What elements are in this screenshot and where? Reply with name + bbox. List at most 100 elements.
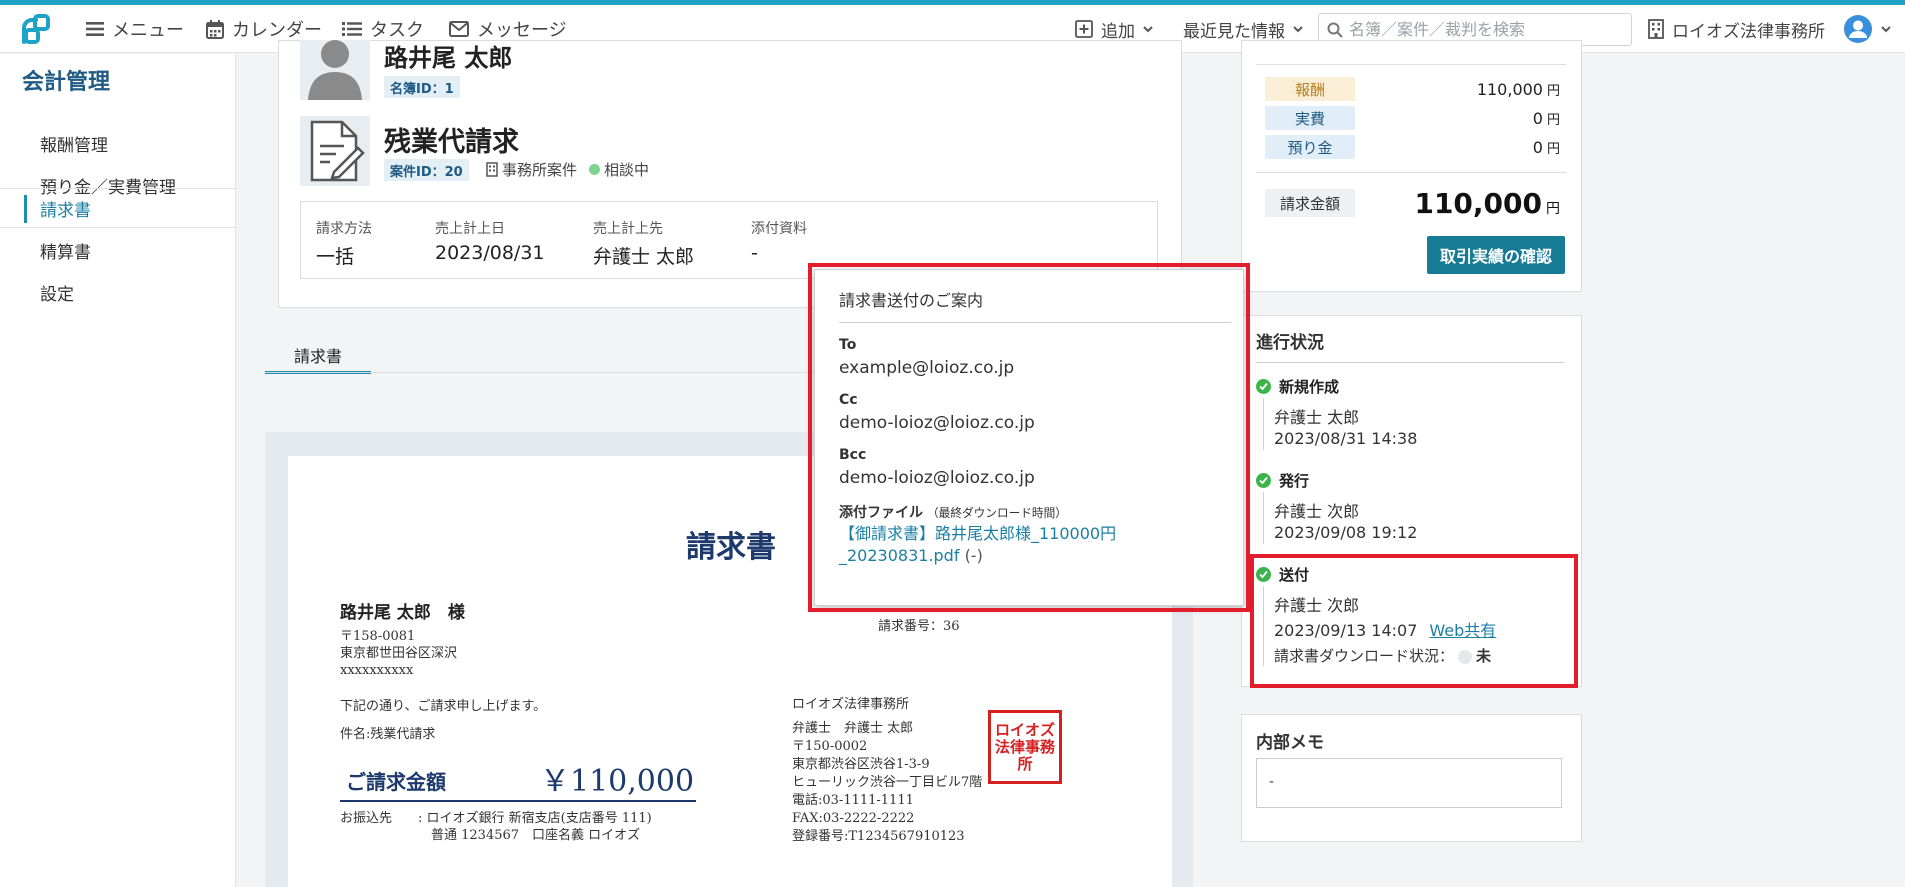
client-id-badge: 名簿ID：1 <box>384 76 460 98</box>
task-list-icon <box>342 22 362 36</box>
progress-divider <box>1256 362 1564 363</box>
office-switcher[interactable]: ロイオズ法律事務所 <box>1648 17 1825 42</box>
total-unit: 円 <box>1546 200 1560 217</box>
step-label: 新規作成 <box>1279 378 1340 396</box>
memo-field[interactable]: - <box>1256 758 1562 808</box>
doc-amount-underline <box>340 800 696 802</box>
nav-menu[interactable]: メニュー <box>86 17 184 41</box>
fee-unit: 円 <box>1546 83 1560 99</box>
highlight-frame-popup <box>808 263 1250 612</box>
sidebar-item-settings[interactable]: 設定 <box>0 272 236 312</box>
sidebar: 会計管理 報酬管理 預り金／実費管理 請求書 精算書 設定 <box>0 54 236 887</box>
client-name[interactable]: 路井尾 太郎 <box>384 38 512 73</box>
fee-value: 110,000 円 <box>1477 80 1560 99</box>
total-tag: 請求金額 <box>1265 189 1355 217</box>
info-label: 売上計上日 <box>435 221 505 237</box>
progress-title: 進行状況 <box>1256 333 1324 353</box>
step-person: 弁護士 太郎 <box>1274 408 1360 427</box>
client-avatar <box>300 40 370 100</box>
highlight-frame-sent-step <box>1250 554 1578 688</box>
user-avatar-icon <box>1844 15 1872 43</box>
total-value: 110,000 円 <box>1414 187 1560 220</box>
nav-calendar-label: カレンダー <box>232 20 322 41</box>
step-label: 発行 <box>1279 472 1310 490</box>
info-value: - <box>751 242 758 264</box>
calendar-icon <box>206 19 224 39</box>
chevron-down-icon <box>1881 25 1891 32</box>
case-id-badge: 案件ID：20 <box>384 159 469 181</box>
user-menu[interactable] <box>1843 15 1891 43</box>
case-type-label: 事務所案件 <box>502 161 578 179</box>
recent-dropdown[interactable]: 最近見た情報 <box>1183 17 1303 42</box>
view-transactions-button[interactable]: 取引実績の確認 <box>1427 236 1565 274</box>
step-line <box>1263 398 1264 450</box>
summary-top-divider <box>1256 64 1566 65</box>
check-circle-icon <box>1256 379 1271 394</box>
info-label: 添付資料 <box>751 221 807 237</box>
memo-title: 内部メモ <box>1256 733 1324 753</box>
doc-issuer: ロイオズ法律事務所 <box>792 697 910 712</box>
summary-row-fee: 報酬 110,000 円 <box>1265 76 1560 102</box>
doc-client-name: 路井尾 太郎 様 <box>340 603 465 623</box>
expense-value: 0円 <box>1533 109 1560 128</box>
doc-title: 請求書 <box>686 530 776 565</box>
office-label: ロイオズ法律事務所 <box>1672 21 1825 42</box>
deposit-tag: 預り金 <box>1265 135 1355 159</box>
chevron-down-icon <box>1143 25 1153 32</box>
nav-calendar[interactable]: カレンダー <box>206 17 322 41</box>
doc-issuer-detail: 弁護士 弁護士 太郎 〒150-0002 東京都渋谷区渋谷1-3-9 ヒューリッ… <box>792 721 983 844</box>
sidebar-item-fees[interactable]: 報酬管理 <box>0 123 236 163</box>
sidebar-item-label: 設定 <box>40 284 74 305</box>
status-dot <box>589 164 600 175</box>
search-input[interactable] <box>1349 20 1619 39</box>
deposit-value: 0円 <box>1533 138 1560 157</box>
step-datetime: 2023/09/08 19:12 <box>1274 523 1418 542</box>
check-circle-icon <box>1256 473 1271 488</box>
plus-square-icon <box>1075 20 1093 38</box>
add-dropdown[interactable]: 追加 <box>1075 17 1153 42</box>
fee-amount: 110,000 <box>1476 79 1543 99</box>
doc-intro: 下記の通り、ご請求申し上げます。 <box>340 699 547 714</box>
info-label: 請求方法 <box>316 221 372 237</box>
step-person: 弁護士 次郎 <box>1274 502 1360 521</box>
step-line <box>1263 492 1264 544</box>
case-icon-box <box>300 116 370 186</box>
summary-row-expense: 実費 0円 <box>1265 105 1560 131</box>
doc-client-address: 〒158-0081 東京都世田谷区深沢 xxxxxxxxxx <box>340 629 458 678</box>
doc-amount-label: ご請求金額 <box>346 770 446 794</box>
app-logo[interactable] <box>18 12 54 48</box>
company-seal: ロイオズ法律事務所 <box>988 710 1062 784</box>
info-value: 弁護士 太郎 <box>593 246 695 268</box>
sidebar-item-invoices[interactable]: 請求書 <box>0 188 236 228</box>
step-datetime: 2023/08/31 14:38 <box>1274 429 1418 448</box>
expense-amount: 0 <box>1532 108 1543 128</box>
sidebar-title: 会計管理 <box>22 70 111 95</box>
mail-icon <box>449 21 469 37</box>
sidebar-item-label: 報酬管理 <box>40 135 108 156</box>
doc-bank-info: お振込先 : ロイオズ銀行 新宿支店(支店番号 111) 普通 1234567 … <box>340 811 652 843</box>
chevron-down-icon <box>1293 25 1303 32</box>
step-issued: 発行 <box>1256 470 1309 491</box>
expense-tag: 実費 <box>1265 106 1355 130</box>
info-label: 売上計上先 <box>593 221 663 237</box>
summary-divider <box>1256 172 1566 173</box>
add-label: 追加 <box>1101 21 1135 42</box>
info-value: 一括 <box>316 246 355 268</box>
fee-tag: 報酬 <box>1265 77 1355 101</box>
doc-subject: 件名:残業代請求 <box>340 727 436 742</box>
doc-amount: ￥110,000 <box>540 764 695 799</box>
step-created: 新規作成 <box>1256 376 1339 397</box>
sidebar-item-settlements[interactable]: 精算書 <box>0 230 236 270</box>
building-icon <box>1648 19 1664 39</box>
menu-icon <box>86 22 104 36</box>
case-type: 事務所案件 <box>486 159 577 180</box>
search-icon <box>1327 22 1343 38</box>
deposit-amount: 0 <box>1532 137 1543 157</box>
case-title[interactable]: 残業代請求 <box>384 120 519 159</box>
sidebar-item-label: 請求書 <box>40 200 91 221</box>
total-amount: 110,000 <box>1414 186 1542 220</box>
recent-label: 最近見た情報 <box>1183 21 1285 42</box>
tab-invoice[interactable]: 請求書 <box>265 338 371 374</box>
nav-menu-label: メニュー <box>112 20 184 41</box>
expense-unit: 円 <box>1546 112 1560 128</box>
